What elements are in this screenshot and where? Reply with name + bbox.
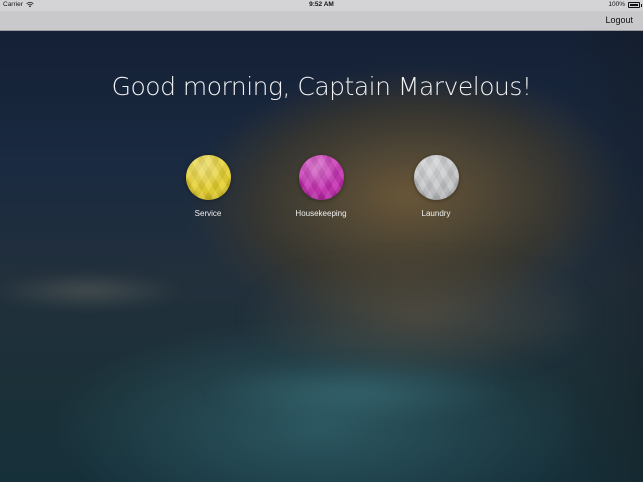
status-bar: Carrier 9:52 AM 100%: [0, 0, 643, 11]
service-option-laundry[interactable]: Laundry: [391, 155, 481, 218]
magenta-orb-icon[interactable]: [298, 155, 344, 200]
yellow-orb-icon[interactable]: [185, 155, 231, 200]
water-reflection-blur: [150, 351, 570, 431]
logout-button[interactable]: Logout: [605, 15, 633, 25]
service-label: Service: [194, 209, 222, 218]
housekeeping-label: Housekeeping: [295, 209, 347, 218]
harbor-lights-blur: [0, 261, 220, 321]
navigation-bar: Logout: [0, 11, 643, 31]
status-time: 9:52 AM: [309, 1, 334, 8]
laundry-label: Laundry: [421, 209, 451, 218]
service-option-service[interactable]: Service: [163, 155, 253, 218]
greeting-title: Good morning, Captain Marvelous!: [111, 72, 532, 101]
battery-icon: [628, 1, 642, 8]
status-bar-right: 100%: [608, 1, 642, 8]
service-options: Service Housekeeping Laundry: [0, 155, 643, 225]
silver-orb-icon[interactable]: [413, 155, 459, 200]
service-option-housekeeping[interactable]: Housekeeping: [276, 155, 366, 218]
battery-percent: 100%: [608, 1, 625, 8]
